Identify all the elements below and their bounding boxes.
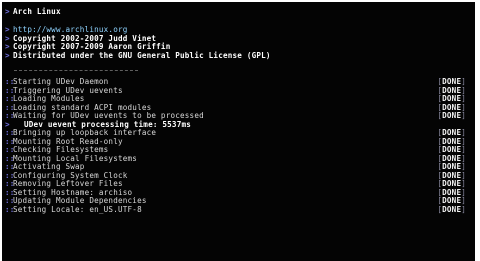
header-line: > Distributed under the GNU General Publ… (2, 50, 475, 61)
status-text: DONE (442, 204, 462, 214)
title-line: > Arch Linux (2, 7, 475, 17)
boot-line: :: Setting Locale: en_US.UTF-8 [DONE] (2, 204, 475, 215)
status-text: DONE (442, 111, 462, 120)
status-badge: [DONE] (437, 204, 466, 214)
screenshot: > Arch Linux > http://www.archlinux.org … (0, 0, 480, 261)
status-badge: [DONE] (437, 111, 466, 120)
prompt-arrow-icon: > (5, 7, 10, 16)
header-license: Distributed under the GNU General Public… (13, 50, 271, 60)
prompt-arrow-icon: > (5, 50, 10, 60)
title: Arch Linux (13, 7, 61, 16)
boot-console: > Arch Linux > http://www.archlinux.org … (2, 2, 475, 261)
dashed-divider (14, 70, 138, 71)
boot-message: Setting Locale: en_US.UTF-8 (13, 204, 142, 214)
separator (2, 66, 475, 75)
